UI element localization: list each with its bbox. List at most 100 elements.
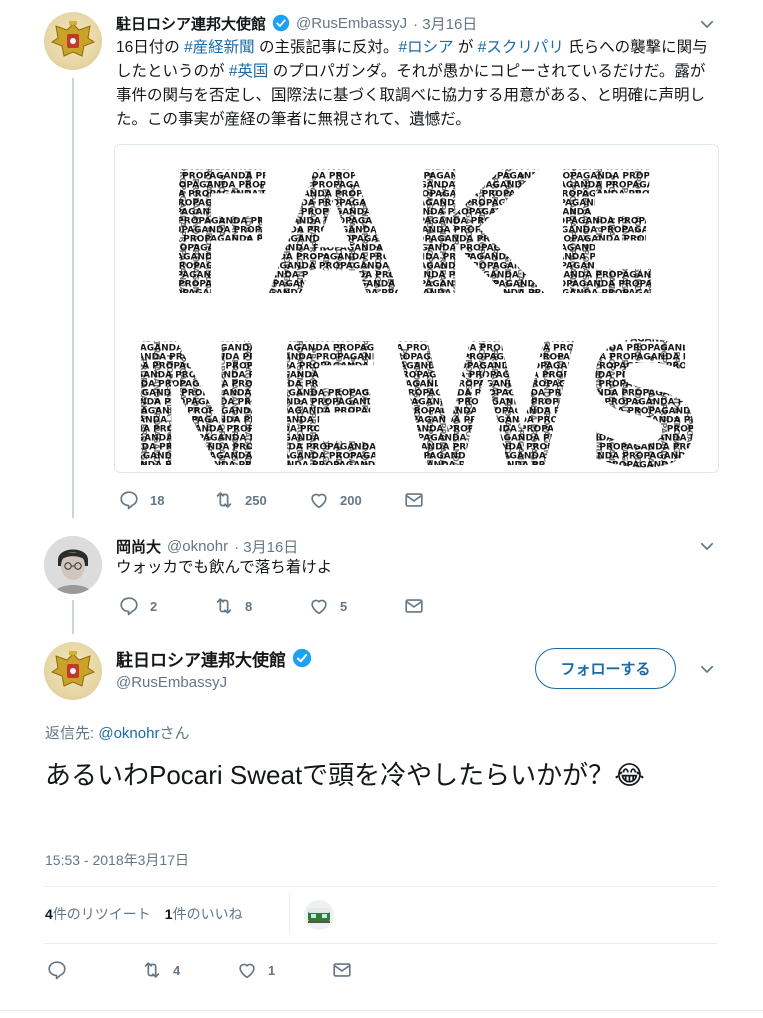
svg-text:PROPAGANDA PROPAGANDA PROPAGAN: PROPAGANDA PROPAGANDA PROPAGANDA: [152, 341, 161, 473]
tweet-text: あるいわPocari Sweatで頭を冷やしたらいかが？: [45, 760, 615, 790]
envelope-icon: [405, 493, 423, 507]
reply-to-suffix: さん: [159, 725, 190, 742]
direct-message-button[interactable]: [331, 958, 391, 982]
avatar[interactable]: [44, 12, 102, 70]
handle[interactable]: @RusEmbassyJ: [116, 674, 227, 691]
tweet-header: 駐日ロシア連邦大使館: [116, 646, 312, 670]
svg-text:PROPAGANDA PROPAGANDA PROPAGAN: PROPAGANDA PROPAGANDA PROPAGANDA: [464, 353, 473, 473]
svg-text:PROPAGANDA PROPAGANDA PROPAGAN: PROPAGANDA PROPAGANDA PROPAGANDA: [542, 341, 551, 473]
tweet-timestamp[interactable]: 15:53 - 2018年3月17日: [45, 850, 189, 870]
svg-text:PROPAGANDA PROPAGANDA PROPAGAN: PROPAGANDA PROPAGANDA PROPAGANDA: [347, 356, 356, 473]
thread-line: [72, 600, 74, 634]
svg-text:PROPAGANDA PROPAGANDA PROPAGAN: PROPAGANDA PROPAGANDA PROPAGANDA: [165, 354, 174, 473]
retweet-icon: [216, 492, 232, 508]
tweet-text: 16日付の #産経新聞 の主張記事に反対。#ロシア が #スクリパリ 氏らへの襲…: [116, 36, 716, 132]
retweet-button[interactable]: 8: [213, 594, 308, 618]
follow-button[interactable]: フォローする: [535, 648, 676, 689]
person-photo-icon: [44, 536, 102, 594]
verified-badge-icon: [292, 648, 312, 668]
display-name[interactable]: 駐日ロシア連邦大使館: [116, 646, 286, 671]
chevron-down-icon[interactable]: [698, 660, 716, 678]
svg-text:PROPAGANDA PROPAGANDA PROPAGAN: PROPAGANDA PROPAGANDA PROPAGANDA: [711, 360, 719, 473]
fake-news-wordcloud-image: FAKENEWSPROPAGANDA PROPAGANDA PROPAGANDA…: [125, 153, 719, 473]
tweet-actions: 2 8 5: [118, 594, 718, 618]
direct-message-button[interactable]: [403, 594, 463, 618]
display-name[interactable]: 岡尚大: [116, 536, 161, 557]
like-count: 1: [268, 962, 276, 978]
like-button[interactable]: 200: [308, 488, 403, 512]
big-word-news: PROPAGANDA PROPAGANDA PROPAGANDA PROPAGA…: [125, 325, 719, 473]
tweet-date[interactable]: · 3月16日: [234, 536, 298, 557]
svg-text:PROPAGANDA PROPAGANDA PROPAGAN: PROPAGANDA PROPAGANDA PROPAGANDA: [204, 333, 213, 473]
heart-icon: [311, 493, 327, 509]
reply-icon: [48, 961, 66, 980]
tweet-header: 駐日ロシア連邦大使館 @RusEmbassyJ · 3月16日: [116, 12, 716, 34]
svg-text:PROPAGANDA PROPAGANDA PROPAGAN: PROPAGANDA PROPAGANDA PROPAGANDA: [685, 334, 694, 473]
reply-icon: [120, 491, 138, 510]
retweet-icon: [144, 962, 160, 978]
hashtag-link[interactable]: #スクリパリ: [478, 39, 564, 56]
svg-text:PROPAGANDA PROPAGANDA PROPAGAN: PROPAGANDA PROPAGANDA PROPAGANDA: [373, 352, 382, 473]
reply-button[interactable]: 2: [118, 594, 213, 618]
svg-text:PROPAGANDA PROPAGANDA PROPAGAN: PROPAGANDA PROPAGANDA PROPAGANDA: [659, 338, 668, 473]
like-count: 200: [340, 492, 362, 508]
svg-text:PROPAGANDA PROPAGANDA PROPAGAN: PROPAGANDA PROPAGANDA PROPAGANDA: [243, 342, 252, 473]
tweet-actions: 4 1: [46, 958, 646, 982]
reply-to-handle[interactable]: @oknohr: [98, 725, 159, 742]
svg-text:PROPAGANDA PROPAGANDA PROPAGAN: PROPAGANDA PROPAGANDA PROPAGANDA: [360, 339, 369, 473]
svg-text:PROPAGANDA PROPAGANDA PROPAGAN: PROPAGANDA PROPAGANDA PROPAGANDA: [607, 346, 616, 473]
tweet-date[interactable]: · 3月16日: [413, 13, 477, 34]
svg-text:PROPAGANDA PROPAGANDA PROPAGAN: PROPAGANDA PROPAGANDA PROPAGANDA: [412, 361, 421, 473]
svg-text:PROPAGANDA PROPAGANDA PROPAGAN: PROPAGANDA PROPAGANDA PROPAGANDA: [126, 345, 135, 473]
svg-text:PROPAGANDA PROPAGANDA PROPAGAN: PROPAGANDA PROPAGANDA PROPAGANDA: [139, 358, 148, 473]
svg-text:PROPAGANDA PROPAGANDA PROPAGAN: PROPAGANDA PROPAGANDA PROPAGANDA: [490, 349, 499, 473]
svg-text:PROPAGANDA PROPAGANDA PROPAGAN: PROPAGANDA PROPAGANDA PROPAGANDA: [269, 338, 278, 473]
svg-text:PROPAGANDA PROPAGANDA PROPAGAN: PROPAGANDA PROPAGANDA PROPAGANDA: [399, 348, 408, 473]
svg-text:PROPAGANDA PROPAGANDA PROPAGAN: PROPAGANDA PROPAGANDA PROPAGANDA: [672, 351, 681, 473]
svg-text:PROPAGANDA PROPAGANDA PROPAGAN: PROPAGANDA PROPAGANDA PROPAGANDA: [178, 337, 187, 473]
hashtag-link[interactable]: #英国: [229, 63, 269, 80]
like-button[interactable]: 1: [236, 958, 331, 982]
retweet-count: 8: [245, 598, 253, 614]
svg-text:PROPAGANDA PROPAGANDA PROPAGAN: PROPAGANDA PROPAGANDA PROPAGANDA: [529, 358, 538, 473]
heart-icon: [311, 599, 327, 615]
chevron-down-icon[interactable]: [698, 537, 716, 555]
svg-text:PROPAGANDA PROPAGANDA PROPAGAN: PROPAGANDA PROPAGANDA PROPAGANDA: [217, 346, 226, 473]
tweet-image[interactable]: FAKENEWSPROPAGANDA PROPAGANDA PROPAGANDA…: [114, 144, 719, 473]
reply-button[interactable]: [46, 958, 141, 982]
liker-avatar[interactable]: [304, 900, 334, 930]
display-name[interactable]: 駐日ロシア連邦大使館: [116, 13, 266, 34]
avatar[interactable]: [44, 536, 102, 594]
like-button[interactable]: 5: [308, 594, 403, 618]
like-stat-count: 1: [164, 906, 173, 922]
direct-message-button[interactable]: [403, 488, 463, 512]
hashtag-link[interactable]: #ロシア: [399, 39, 454, 56]
tweet-text: ウォッカでも飲んで落ち着けよ: [116, 559, 333, 576]
chevron-down-icon[interactable]: [698, 15, 716, 33]
retweet-button[interactable]: 4: [141, 958, 236, 982]
reply-button[interactable]: 18: [118, 488, 213, 512]
retweet-button[interactable]: 250: [213, 488, 308, 512]
svg-text:PROPAGANDA PROPAGANDA PROPAGAN: PROPAGANDA PROPAGANDA PROPAGANDA: [230, 359, 239, 473]
retweet-stat-label: 件のリツイート: [52, 906, 151, 922]
like-stat[interactable]: 1件のいいね: [165, 904, 243, 924]
divider: [0, 1010, 763, 1011]
svg-text:PROPAGANDA PROPAGANDA PROPAGAN: PROPAGANDA PROPAGANDA PROPAGANDA: [711, 188, 719, 382]
svg-text:PROPAGANDA PROPAGANDA PROPAGAN: PROPAGANDA PROPAGANDA PROPAGANDA: [308, 347, 317, 473]
retweet-count: 250: [245, 492, 267, 508]
tweet-stats: 4件のリツイート 1件のいいね: [45, 903, 243, 925]
tweet-text-segment: の主張記事に反対。: [254, 39, 399, 56]
tweet-actions: 18 250 200: [118, 488, 718, 512]
svg-text:PROPAGANDA PROPAGANDA PROPAGAN: PROPAGANDA PROPAGANDA PROPAGANDA: [620, 359, 629, 473]
avatar[interactable]: [44, 642, 102, 700]
retweet-stat-count: 4: [45, 906, 53, 922]
handle[interactable]: @RusEmbassyJ: [296, 15, 407, 32]
svg-text:PROPAGANDA PROPAGANDA PROPAGAN: PROPAGANDA PROPAGANDA PROPAGANDA: [477, 336, 486, 473]
hashtag-link[interactable]: #産経新聞: [184, 39, 255, 56]
retweet-stat[interactable]: 4件のリツイート: [45, 904, 151, 924]
handle[interactable]: @oknohr: [167, 538, 228, 555]
svg-text:PROPAGANDA PROPAGANDA PROPAGAN: PROPAGANDA PROPAGANDA PROPAGANDA: [581, 350, 590, 473]
tears-of-joy-emoji: 😂: [614, 760, 645, 790]
reply-count: 18: [150, 492, 165, 508]
eagle-emblem-icon: [50, 651, 96, 687]
